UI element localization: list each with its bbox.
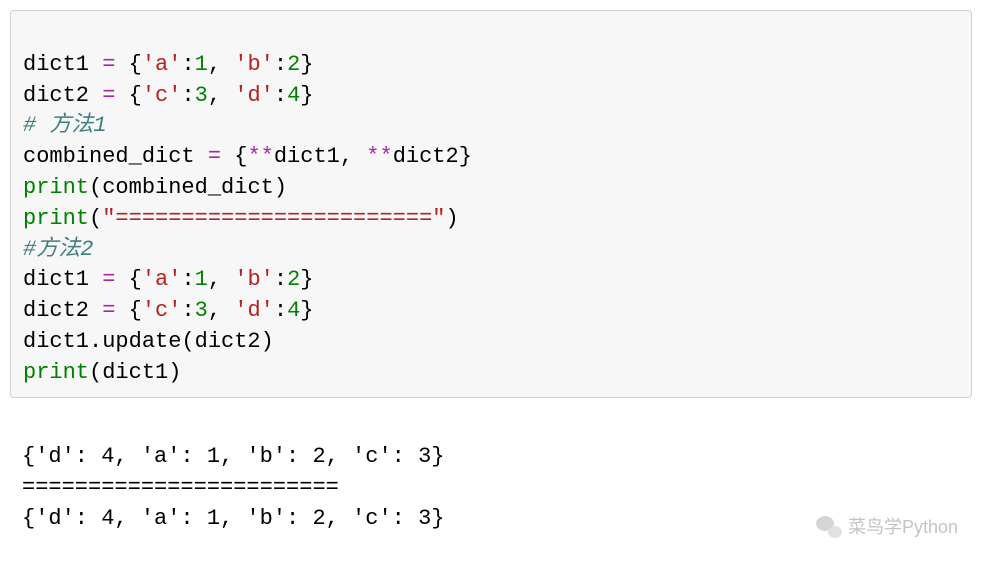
code-block: dict1 = {'a':1, 'b':2} dict2 = {'c':3, '…: [10, 10, 972, 398]
code-line-11: print(dict1): [23, 360, 181, 385]
watermark-text: 菜鸟学Python: [848, 515, 958, 540]
code-line-10: dict1.update(dict2): [23, 329, 274, 354]
code-line-7-comment: #方法2: [23, 237, 93, 262]
code-line-2: dict2 = {'c':3, 'd':4}: [23, 83, 313, 108]
code-line-3-comment: # 方法1: [23, 113, 107, 138]
output-line-3: {'d': 4, 'a': 1, 'b': 2, 'c': 3}: [22, 506, 444, 531]
wechat-icon: [816, 516, 842, 538]
code-line-5: print(combined_dict): [23, 175, 287, 200]
code-line-1: dict1 = {'a':1, 'b':2}: [23, 52, 313, 77]
output-line-2: ========================: [22, 475, 339, 500]
watermark: 菜鸟学Python: [816, 515, 958, 540]
output-line-1: {'d': 4, 'a': 1, 'b': 2, 'c': 3}: [22, 444, 444, 469]
code-line-9: dict2 = {'c':3, 'd':4}: [23, 298, 313, 323]
code-line-8: dict1 = {'a':1, 'b':2}: [23, 267, 313, 292]
code-line-4: combined_dict = {**dict1, **dict2}: [23, 144, 472, 169]
code-line-6: print("========================"): [23, 206, 459, 231]
